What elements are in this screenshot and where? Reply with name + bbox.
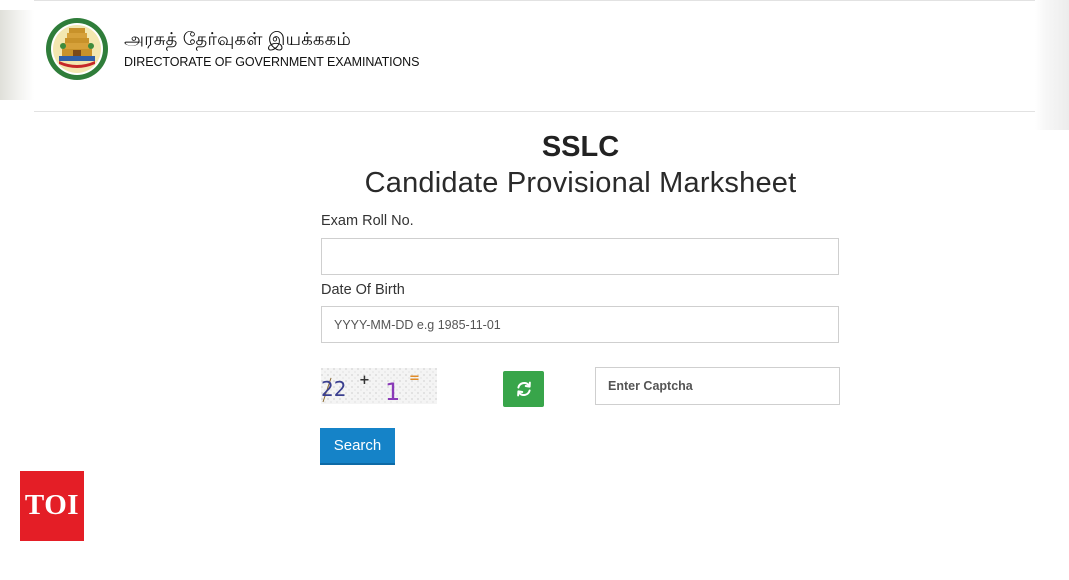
roll-number-label: Exam Roll No.	[321, 213, 414, 229]
captcha-num1: 22	[321, 377, 346, 401]
department-name-tamil: அரசுத் தேர்வுகள் இயக்ககம்	[124, 29, 352, 49]
refresh-captcha-button[interactable]	[503, 371, 544, 407]
refresh-icon	[516, 381, 531, 397]
date-of-birth-input[interactable]	[321, 306, 839, 343]
department-name-english: DIRECTORATE OF GOVERNMENT EXAMINATIONS	[124, 55, 420, 69]
photo-edge-right	[1035, 0, 1069, 130]
tamil-nadu-emblem-icon	[45, 16, 109, 82]
exam-title: SSLC	[541, 131, 620, 163]
roll-number-input[interactable]	[321, 238, 839, 275]
captcha-equals: =	[409, 371, 420, 386]
page-title: Candidate Provisional Marksheet	[364, 167, 797, 199]
captcha-operator: +	[359, 373, 370, 388]
site-header: அரசுத் தேர்வுகள் இயக்ககம் DIRECTORATE OF…	[34, 0, 1035, 112]
captcha-input[interactable]	[595, 367, 840, 405]
toi-logo-text: TOI	[24, 489, 80, 521]
captcha-num2: 1	[385, 378, 400, 404]
captcha-image: 22 + 1 =	[321, 368, 437, 406]
toi-watermark-logo: TOI	[20, 471, 84, 541]
date-of-birth-label: Date Of Birth	[321, 282, 405, 298]
photo-edge-left	[0, 10, 34, 100]
search-button[interactable]: Search	[320, 428, 395, 465]
